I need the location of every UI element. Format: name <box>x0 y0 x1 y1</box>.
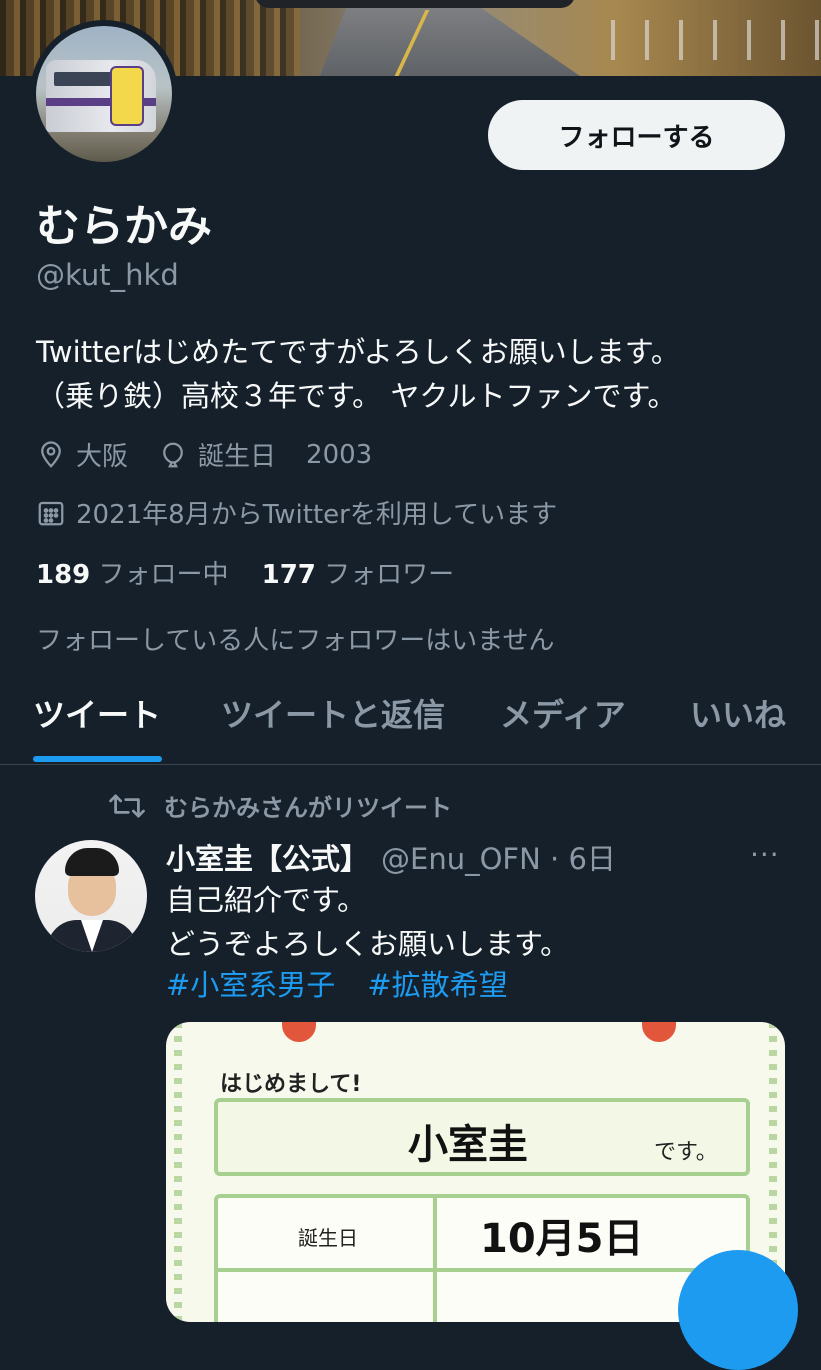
apple-decoration <box>642 1022 676 1042</box>
hashtag-link[interactable]: #拡散希望 <box>367 968 507 1002</box>
table-divider <box>218 1268 746 1272</box>
location-text: 大阪 <box>76 442 129 472</box>
active-tab-indicator <box>33 756 162 762</box>
calendar-icon <box>38 501 64 525</box>
train-front <box>110 66 144 126</box>
bio-line: Twitterはじめたてですがよろしくお願いします。 <box>36 335 680 369</box>
hashtag-link[interactable]: #小室系男子 <box>166 968 335 1002</box>
avatar-hair <box>65 848 119 876</box>
profile-bio: Twitterはじめたてですがよろしくお願いします。 （乗り鉄）高校３年です。 … <box>36 330 806 418</box>
following-link[interactable]: 189 フォロー中 <box>36 560 229 590</box>
mutual-followers-note: フォローしている人にフォロワーはいません <box>36 626 555 656</box>
card-birthday-table: 誕生日 10月5日 <box>214 1194 750 1322</box>
joined-text: 2021年8月からTwitterを利用しています <box>76 500 558 530</box>
tweet-header: 小室圭【公式】 @Enu_OFN · 6日 <box>166 836 616 878</box>
profile-avatar[interactable] <box>30 20 178 168</box>
followers-label: フォロワー <box>324 560 455 590</box>
tweet-text-line: 自己紹介です。 <box>166 883 367 917</box>
tab-media[interactable]: メディア <box>500 690 626 736</box>
following-count: 189 <box>36 560 91 590</box>
balloon-icon <box>163 442 183 467</box>
tweet-author-avatar[interactable] <box>35 840 147 952</box>
profile-meta-row: 大阪 誕生日 2003 <box>36 436 372 473</box>
train-image <box>46 60 156 132</box>
more-icon[interactable]: ··· <box>750 838 780 871</box>
tab-tweets-replies[interactable]: ツイートと返信 <box>221 690 445 736</box>
follow-button[interactable]: フォローする <box>488 100 785 170</box>
avatar-image <box>36 26 172 162</box>
retweet-text[interactable]: むらかみさんがリツイート <box>164 788 452 823</box>
tweet-author-name[interactable]: 小室圭【公式】 <box>166 842 369 876</box>
location-pin-icon <box>41 440 61 468</box>
birthday-label: 誕生日 <box>198 442 277 472</box>
card-border-dots <box>174 1022 182 1322</box>
table-divider <box>433 1198 437 1322</box>
card-desu: です。 <box>654 1140 718 1165</box>
display-name: むらかみ <box>36 201 212 252</box>
followers-count: 177 <box>261 560 316 590</box>
train-window <box>54 72 112 86</box>
retweet-icon <box>109 793 145 818</box>
birthday-value: 2003 <box>306 439 373 470</box>
tab-likes[interactable]: いいね <box>690 690 786 736</box>
following-label: フォロー中 <box>98 560 229 590</box>
retweet-indicator: むらかみさんがリツイート <box>108 788 452 823</box>
card-greeting: はじめまして! <box>220 1072 362 1097</box>
followers-link[interactable]: 177 フォロワー <box>262 560 455 590</box>
profile-tabs: ツイート ツイートと返信 メディア いいね <box>0 670 821 765</box>
card-name: 小室圭 <box>408 1122 528 1168</box>
tweet-author-handle-time[interactable]: @Enu_OFN · 6日 <box>381 842 616 876</box>
banner-fence <box>581 20 821 60</box>
bio-line: （乗り鉄）高校３年です。 ヤクルトファンです。 <box>36 379 677 413</box>
status-pill <box>255 0 575 8</box>
tweet-hashtags: #小室系男子 #拡散希望 <box>166 962 540 1004</box>
follow-counts: 189 フォロー中 177 フォロワー <box>36 554 454 591</box>
banner-road <box>320 8 580 76</box>
tweet-text: 自己紹介です。 どうぞよろしくお願いします。 <box>166 878 569 966</box>
profile-joined-row: 2021年8月からTwitterを利用しています <box>36 494 557 531</box>
card-name-box: 小室圭 です。 <box>214 1098 750 1176</box>
card-birthday-value: 10月5日 <box>480 1216 644 1262</box>
card-birthday-label: 誕生日 <box>298 1226 358 1250</box>
apple-decoration <box>282 1022 316 1042</box>
compose-tweet-button[interactable] <box>678 1250 798 1370</box>
user-handle: @kut_hkd <box>36 258 179 292</box>
tab-tweets[interactable]: ツイート <box>33 690 161 736</box>
tweet-text-line: どうぞよろしくお願いします。 <box>166 927 570 961</box>
